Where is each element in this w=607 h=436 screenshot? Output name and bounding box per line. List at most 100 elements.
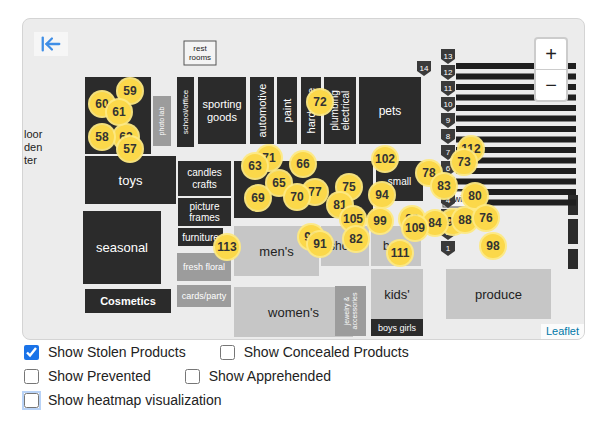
department: kids'	[371, 269, 423, 319]
incident-pin[interactable]: 102	[373, 147, 397, 171]
department-label: women's	[267, 305, 319, 320]
checkbox-item[interactable]: Show Prevented	[24, 368, 151, 384]
department-label: paint	[281, 99, 293, 123]
lane-marker: 12	[441, 65, 455, 80]
incident-pin[interactable]: 63	[243, 154, 267, 178]
incident-pin[interactable]: 98	[481, 234, 505, 258]
incident-pin[interactable]: 76	[474, 206, 498, 230]
zoom-in-button[interactable]: +	[536, 39, 566, 70]
checkbox-item[interactable]: Show Apprehended	[185, 368, 331, 384]
department-label: boys girls	[378, 323, 417, 333]
lane-marker: 8	[441, 129, 455, 144]
checkbox-label: Show Concealed Products	[244, 344, 409, 360]
incident-pin[interactable]: 109	[403, 216, 427, 240]
department: Cosmetics	[85, 289, 171, 313]
checkbox[interactable]	[24, 393, 39, 408]
svg-text:12: 12	[444, 68, 453, 77]
department: paint	[277, 77, 297, 144]
incident-pin[interactable]: 57	[118, 137, 142, 161]
lane-marker: 14	[417, 61, 431, 76]
page: restroomsphoto labschool/officesportingg…	[0, 0, 607, 436]
department-label: jewelry &accessories	[343, 292, 358, 329]
svg-text:6: 6	[446, 164, 451, 173]
checkbox-label: Show Prevented	[48, 368, 151, 384]
department-label: furniture	[182, 232, 219, 243]
department: candlescrafts	[178, 161, 231, 196]
lane-marker: 11	[441, 81, 455, 96]
department-label: plumbingelectrical	[329, 90, 352, 131]
department-label: school/office	[181, 89, 190, 134]
department: boys girls	[371, 319, 423, 336]
incident-pin[interactable]: 80	[463, 184, 487, 208]
checkout-lane	[456, 168, 576, 174]
zoom-control: +−	[534, 37, 568, 102]
department: toys	[85, 156, 176, 204]
department-label: loordenter	[24, 128, 43, 165]
department-label: restrooms	[189, 44, 211, 62]
department-label: pets	[379, 104, 402, 118]
back-button[interactable]	[34, 32, 68, 56]
incident-pin[interactable]: 99	[368, 209, 392, 233]
svg-text:14: 14	[420, 64, 429, 73]
checkbox-item[interactable]: Show Stolen Products	[24, 344, 186, 360]
zoom-out-button[interactable]: −	[536, 70, 566, 100]
incident-pin[interactable]: 58	[90, 125, 114, 149]
lane-marker: 13	[441, 49, 455, 64]
department: automotive	[250, 77, 274, 144]
incident-pin[interactable]: 73	[452, 150, 476, 174]
department: loordenter	[24, 128, 43, 165]
incident-pin[interactable]: 113	[215, 235, 239, 259]
checkbox[interactable]	[185, 369, 200, 384]
filter-controls: Show Stolen Products Show Concealed Produ…	[22, 340, 585, 412]
department-label: pictureframes	[189, 201, 220, 224]
department: cards/party	[177, 285, 231, 307]
department-label: produce	[475, 287, 522, 302]
department: pets	[359, 77, 421, 144]
incident-pin[interactable]: 91	[308, 232, 332, 256]
checkbox[interactable]	[220, 345, 235, 360]
incident-pin[interactable]: 72	[308, 90, 332, 114]
svg-text:11: 11	[444, 84, 453, 93]
incident-pin[interactable]: 69	[246, 186, 270, 210]
incident-pin[interactable]: 66	[291, 152, 315, 176]
department: produce	[446, 269, 551, 319]
department-label: fresh floral	[183, 262, 225, 272]
svg-text:1: 1	[446, 244, 451, 253]
store-map[interactable]: restroomsphoto labschool/officesportingg…	[22, 18, 585, 340]
department: photo lab	[153, 96, 171, 146]
department-label: candlescrafts	[187, 167, 221, 190]
department: school/office	[177, 77, 194, 147]
checkbox-item[interactable]: Show heatmap visualization	[24, 392, 222, 408]
department-label: seasonal	[96, 240, 148, 255]
incident-pin[interactable]: 84	[423, 211, 447, 235]
incident-pin[interactable]: 111	[388, 241, 412, 265]
checkbox-label: Show Stolen Products	[48, 344, 186, 360]
incident-pin[interactable]: 82	[344, 227, 368, 251]
lane-marker: 10	[441, 97, 455, 112]
checkbox-item[interactable]: Show Concealed Products	[220, 344, 409, 360]
control-row: Show Stolen Products Show Concealed Produ…	[22, 340, 585, 364]
department: restrooms	[184, 41, 216, 65]
control-row: Show heatmap visualization	[22, 388, 585, 412]
svg-text:7: 7	[446, 148, 451, 157]
department-label: men's	[259, 244, 294, 259]
lane-marker: 1	[441, 241, 455, 256]
svg-text:8: 8	[446, 132, 451, 141]
checkbox[interactable]	[24, 369, 39, 384]
department-label: cards/party	[182, 291, 227, 301]
arrow-left-icon	[40, 33, 62, 55]
department-label: photo lab	[158, 106, 166, 135]
incident-pin[interactable]: 61	[107, 100, 131, 124]
incident-pin[interactable]: 83	[432, 174, 456, 198]
map-attribution[interactable]: Leaflet	[541, 324, 584, 339]
checkout-lane	[456, 116, 576, 122]
department-label: Cosmetics	[100, 295, 156, 307]
department: plumbingelectrical	[324, 77, 356, 144]
incident-pin[interactable]: 70	[285, 185, 309, 209]
department-label: toys	[119, 173, 143, 188]
floor-plan: restroomsphoto labschool/officesportingg…	[23, 19, 585, 340]
checkbox[interactable]	[24, 345, 39, 360]
incident-pin[interactable]: 94	[370, 183, 394, 207]
floor-block	[85, 77, 151, 154]
checkbox-label: Show heatmap visualization	[48, 392, 222, 408]
